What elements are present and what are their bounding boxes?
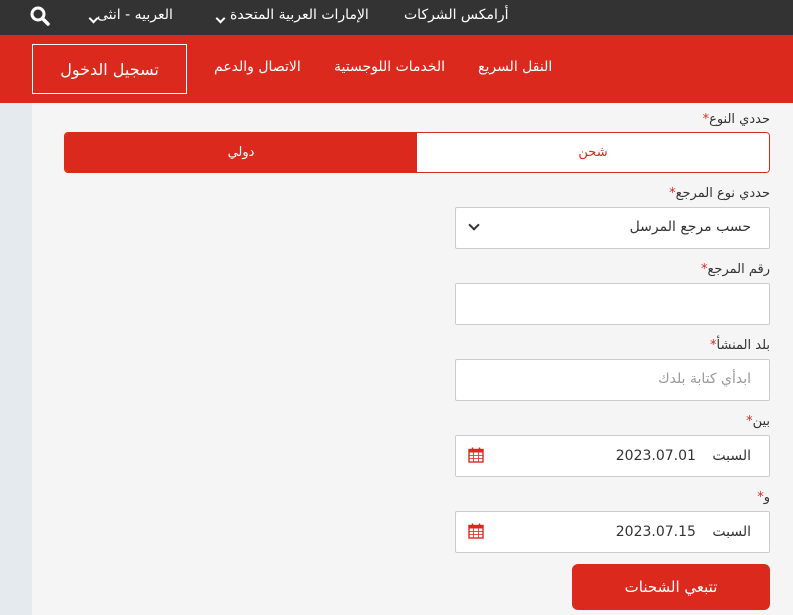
type-option-shipping[interactable]: شحن bbox=[417, 133, 769, 172]
date-to-input[interactable]: 2023.07.15 السبت bbox=[455, 511, 770, 553]
nav-logistics-services[interactable]: الخدمات اللوجستية bbox=[334, 59, 445, 75]
calendar-icon[interactable] bbox=[468, 523, 484, 539]
date-to-value: 2023.07.15 bbox=[615, 524, 696, 540]
nav-contact-support[interactable]: الاتصال والدعم bbox=[214, 59, 301, 75]
reference-number-label: رقم المرجع* bbox=[701, 262, 770, 277]
origin-country-input[interactable]: ابدأي كتابة بلدك bbox=[455, 359, 770, 401]
top-bar: العربيه - انثى الإمارات العربية المتحدة … bbox=[0, 0, 793, 35]
calendar-icon[interactable] bbox=[468, 447, 484, 463]
nav-express-transport[interactable]: النقل السريع bbox=[478, 59, 552, 75]
country-selector[interactable]: الإمارات العربية المتحدة bbox=[230, 7, 369, 23]
date-from-label: بين* bbox=[746, 414, 770, 429]
reference-type-select[interactable]: حسب مرجع المرسل bbox=[455, 207, 770, 249]
language-chevron-down-icon[interactable] bbox=[88, 10, 99, 29]
date-from-value: 2023.07.01 bbox=[615, 448, 696, 464]
date-from-day: السبت bbox=[712, 448, 751, 464]
companies-link[interactable]: أرامكس الشركات bbox=[404, 7, 509, 23]
track-shipments-button[interactable]: تتبعي الشحنات bbox=[572, 564, 770, 610]
type-label: حددي النوع* bbox=[702, 112, 770, 127]
login-button[interactable]: تسجيل الدخول bbox=[32, 44, 187, 94]
date-to-label: و* bbox=[757, 490, 770, 505]
search-icon[interactable] bbox=[30, 6, 50, 26]
date-from-input[interactable]: 2023.07.01 السبت bbox=[455, 435, 770, 477]
chevron-down-icon bbox=[468, 219, 480, 231]
date-to-day: السبت bbox=[712, 524, 751, 540]
origin-country-label: بلد المنشأ* bbox=[710, 338, 770, 353]
type-option-international[interactable]: دولي bbox=[65, 133, 417, 172]
reference-type-label: حددي نوع المرجع* bbox=[669, 186, 770, 201]
left-sidebar-strip bbox=[0, 103, 32, 615]
language-selector[interactable]: العربيه - انثى bbox=[97, 7, 173, 23]
main-nav: تسجيل الدخول الاتصال والدعم الخدمات اللو… bbox=[0, 35, 793, 103]
type-segmented-control: دولي شحن bbox=[64, 132, 770, 173]
reference-number-input[interactable] bbox=[455, 283, 770, 325]
country-chevron-down-icon[interactable] bbox=[215, 10, 226, 29]
